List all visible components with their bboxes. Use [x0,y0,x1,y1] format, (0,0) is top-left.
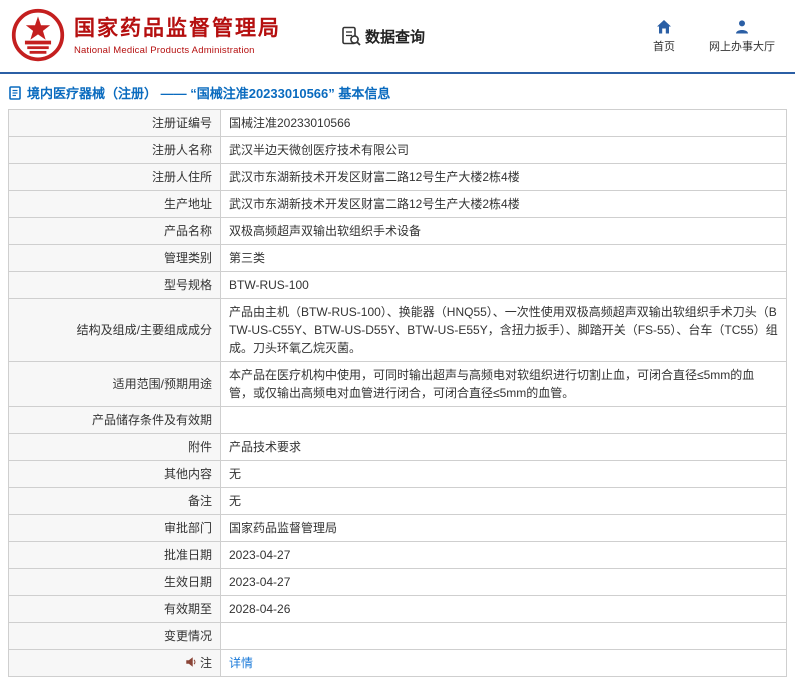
row-label: 其他内容 [8,460,221,488]
row-value: 产品由主机（BTW-RUS-100）、换能器（HNQ55）、一次性使用双极高频超… [220,298,787,362]
row-label: 适用范围/预期用途 [8,361,221,407]
row-label: 附件 [8,433,221,461]
row-label: 有效期至 [8,595,221,623]
row-value: 产品技术要求 [220,433,787,461]
row-label: 生效日期 [8,568,221,596]
row-label: 注册证编号 [8,109,221,137]
org-name-en: National Medical Products Administration [74,44,255,56]
page-title-text: 境内医疗器械（注册） —— “国械注准20233010566” 基本信息 [27,86,391,101]
row-value: 武汉市东湖新技术开发区财富二路12号生产大楼2栋4楼 [220,163,787,191]
nav-service-hall[interactable]: 网上办事大厅 [709,19,775,54]
table-row: 有效期至 2028-04-26 [8,595,787,623]
row-label: 产品名称 [8,217,221,245]
row-label: 生产地址 [8,190,221,218]
row-value: 武汉市东湖新技术开发区财富二路12号生产大楼2栋4楼 [220,190,787,218]
person-icon [734,19,750,35]
row-value: 双极高频超声双输出软组织手术设备 [220,217,787,245]
table-row: 结构及组成/主要组成成分 产品由主机（BTW-RUS-100）、换能器（HNQ55… [8,298,787,362]
top-nav: 首页 网上办事大厅 [653,19,775,54]
registration-info-table: 注册证编号 国械注准20233010566 注册人名称 武汉半边天微创医疗技术有限公司… [8,109,787,677]
page-title: 境内医疗器械（注册） —— “国械注准20233010566” 基本信息 [0,74,795,109]
row-value: 无 [220,460,787,488]
org-name-cn: 国家药品监督管理局 [74,17,281,41]
nav-data-query-label: 数据查询 [365,28,426,46]
table-row: 审批部门 国家药品监督管理局 [8,514,787,542]
row-value: 2028-04-26 [220,595,787,623]
row-value: BTW-RUS-100 [220,271,787,299]
nav-home-label: 首页 [653,40,675,53]
table-row: 型号规格 BTW-RUS-100 [8,271,787,299]
row-label: 批准日期 [8,541,221,569]
table-row: 批准日期 2023-04-27 [8,541,787,569]
national-emblem-logo [10,8,66,64]
row-label: 审批部门 [8,514,221,542]
row-value [220,406,787,434]
document-icon [8,85,22,100]
row-label: 管理类别 [8,244,221,272]
table-row: 生效日期 2023-04-27 [8,568,787,596]
table-row: 备注无 [8,487,787,515]
row-label: 备注 [8,487,221,515]
nav-data-query[interactable]: 数据查询 [341,26,425,47]
table-row: 变更情况 [8,622,787,650]
table-row: 注册人住所 武汉市东湖新技术开发区财富二路12号生产大楼2栋4楼 [8,163,787,191]
table-row: 注详情 [8,649,787,677]
notice-icon [185,656,197,668]
nav-service-hall-label: 网上办事大厅 [709,40,775,53]
row-value: 本产品在医疗机构中使用，可同时输出超声与高频电对软组织进行切割止血，可闭合直径≤… [220,361,787,407]
table-row: 其他内容无 [8,460,787,488]
table-row: 适用范围/预期用途 本产品在医疗机构中使用，可同时输出超声与高频电对软组织进行切割… [8,361,787,407]
row-value: 2023-04-27 [220,541,787,569]
row-value: 详情 [220,649,787,677]
row-value [220,622,787,650]
info-table-body: 注册证编号 国械注准20233010566 注册人名称 武汉半边天微创医疗技术有限公司… [8,109,787,677]
row-value: 无 [220,487,787,515]
row-value: 第三类 [220,244,787,272]
row-value: 2023-04-27 [220,568,787,596]
row-label: 注册人名称 [8,136,221,164]
table-row: 生产地址 武汉市东湖新技术开发区财富二路12号生产大楼2栋4楼 [8,190,787,218]
row-value: 国械注准20233010566 [220,109,787,137]
table-row: 附件 产品技术要求 [8,433,787,461]
row-label: 变更情况 [8,622,221,650]
home-icon [656,19,672,35]
table-row: 管理类别 第三类 [8,244,787,272]
row-label: 注 [8,649,221,677]
nav-home[interactable]: 首页 [653,19,675,54]
data-query-search-icon [341,26,361,46]
detail-link[interactable]: 详情 [229,656,253,670]
table-row: 注册证编号 国械注准20233010566 [8,109,787,137]
row-label: 结构及组成/主要组成成分 [8,298,221,362]
site-header: 国家药品监督管理局 National Medical Products Admi… [0,0,795,74]
table-row: 注册人名称 武汉半边天微创医疗技术有限公司 [8,136,787,164]
info-table-wrap: 注册证编号 国械注准20233010566 注册人名称 武汉半边天微创医疗技术有限公司… [0,109,795,677]
row-label: 产品储存条件及有效期 [8,406,221,434]
table-row: 产品名称 双极高频超声双输出软组织手术设备 [8,217,787,245]
row-label: 注册人住所 [8,163,221,191]
row-value: 国家药品监督管理局 [220,514,787,542]
table-row: 产品储存条件及有效期 [8,406,787,434]
org-names: 国家药品监督管理局 National Medical Products Admi… [74,16,281,55]
row-value: 武汉半边天微创医疗技术有限公司 [220,136,787,164]
row-label: 型号规格 [8,271,221,299]
